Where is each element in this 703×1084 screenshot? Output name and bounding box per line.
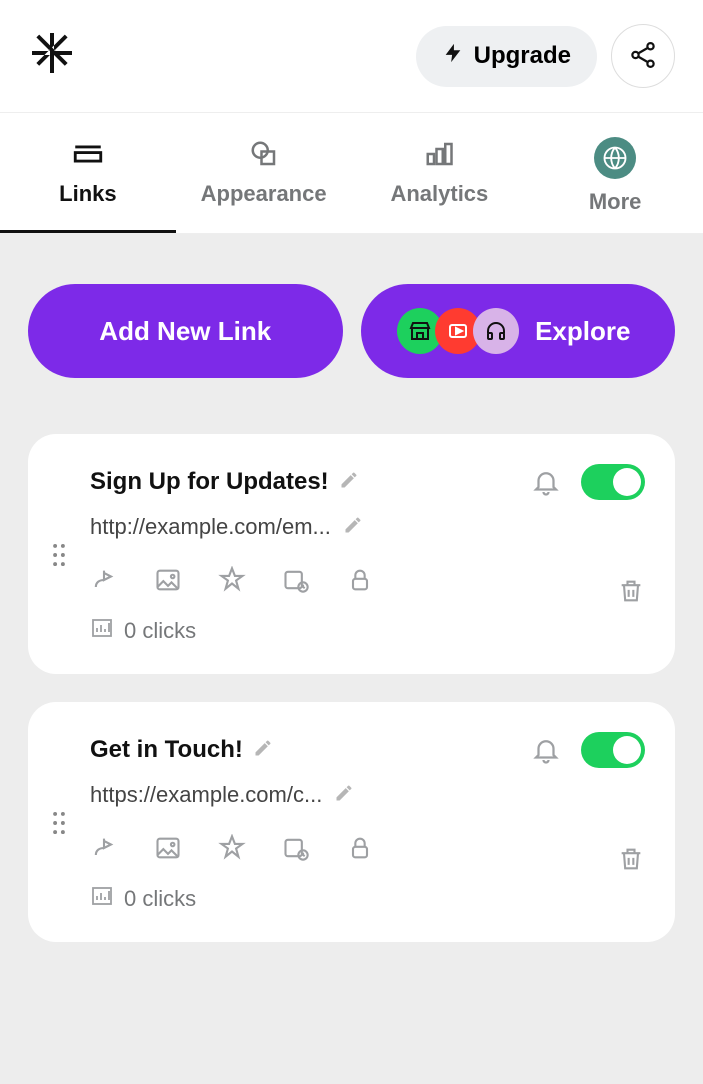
app-logo: [28, 29, 76, 84]
star-icon[interactable]: [218, 566, 246, 594]
redirect-icon[interactable]: [90, 834, 118, 862]
clicks-label: 0 clicks: [124, 886, 196, 912]
clicks-stat: 0 clicks: [90, 616, 645, 646]
chart-icon: [90, 616, 114, 646]
link-url: http://example.com/em...: [90, 514, 331, 540]
bell-icon[interactable]: [531, 735, 561, 765]
thumbnail-icon[interactable]: [154, 834, 182, 862]
upgrade-button[interactable]: Upgrade: [416, 26, 597, 87]
drag-handle[interactable]: [46, 464, 72, 646]
lock-icon[interactable]: [346, 834, 374, 862]
more-tab-icon: [594, 137, 636, 179]
explore-icons-group: [405, 308, 519, 354]
tab-more[interactable]: More: [527, 113, 703, 233]
link-toggle[interactable]: [581, 732, 645, 768]
tab-appearance[interactable]: Appearance: [176, 113, 352, 233]
lock-icon[interactable]: [346, 566, 374, 594]
add-new-link-button[interactable]: Add New Link: [28, 284, 343, 378]
edit-url-icon[interactable]: [334, 783, 354, 808]
link-title: Sign Up for Updates!: [90, 468, 329, 496]
edit-url-icon[interactable]: [343, 515, 363, 540]
analytics-tab-icon: [422, 137, 456, 171]
explore-label: Explore: [535, 316, 630, 347]
link-card: Get in Touch! https://example.com/c...: [28, 702, 675, 942]
link-card: Sign Up for Updates! http://example.com/…: [28, 434, 675, 674]
tab-label: Appearance: [201, 181, 327, 207]
app-header: Upgrade: [0, 0, 703, 113]
edit-title-icon[interactable]: [339, 470, 359, 495]
share-button[interactable]: [611, 24, 675, 88]
lightning-icon: [442, 40, 464, 73]
drag-handle[interactable]: [46, 732, 72, 914]
chart-icon: [90, 884, 114, 914]
schedule-icon[interactable]: [282, 834, 310, 862]
content-area: Add New Link Explore Si: [0, 234, 703, 1084]
card-body: Sign Up for Updates! http://example.com/…: [90, 464, 645, 646]
thumbnail-icon[interactable]: [154, 566, 182, 594]
share-icon: [628, 40, 658, 73]
add-label: Add New Link: [99, 316, 271, 347]
upgrade-label: Upgrade: [474, 42, 571, 70]
headphones-icon: [473, 308, 519, 354]
link-url: https://example.com/c...: [90, 782, 322, 808]
header-actions: Upgrade: [416, 24, 675, 88]
links-tab-icon: [71, 137, 105, 171]
nav-tabs: Links Appearance Analytics More: [0, 113, 703, 234]
action-buttons: Add New Link Explore: [28, 284, 675, 378]
link-title: Get in Touch!: [90, 736, 243, 764]
edit-title-icon[interactable]: [253, 738, 273, 763]
schedule-icon[interactable]: [282, 566, 310, 594]
delete-icon[interactable]: [617, 577, 645, 605]
explore-button[interactable]: Explore: [361, 284, 676, 378]
delete-icon[interactable]: [617, 845, 645, 873]
bell-icon[interactable]: [531, 467, 561, 497]
tab-links[interactable]: Links: [0, 113, 176, 233]
card-body: Get in Touch! https://example.com/c...: [90, 732, 645, 914]
link-toggle[interactable]: [581, 464, 645, 500]
tab-label: More: [589, 189, 642, 215]
tab-analytics[interactable]: Analytics: [352, 113, 528, 233]
clicks-stat: 0 clicks: [90, 884, 645, 914]
tab-label: Links: [59, 181, 116, 207]
star-icon[interactable]: [218, 834, 246, 862]
appearance-tab-icon: [247, 137, 281, 171]
tab-label: Analytics: [390, 181, 488, 207]
redirect-icon[interactable]: [90, 566, 118, 594]
clicks-label: 0 clicks: [124, 618, 196, 644]
